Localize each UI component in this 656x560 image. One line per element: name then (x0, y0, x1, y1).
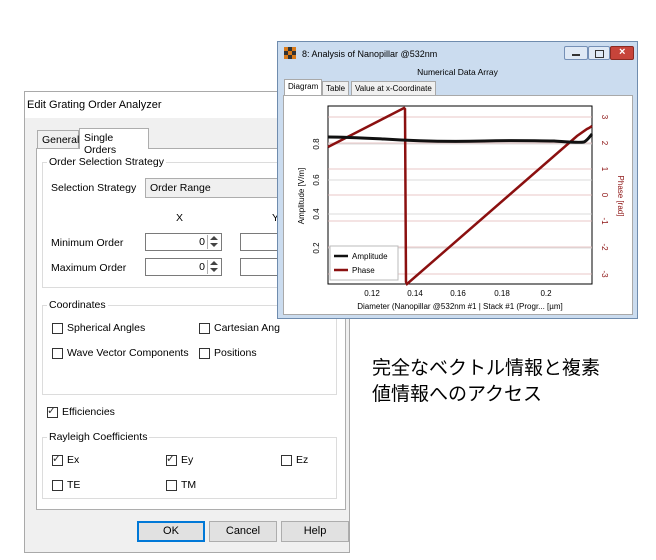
y-left-tick-label: 0.8 (312, 138, 321, 150)
app-icon (284, 47, 296, 59)
chart-svg[interactable]: 0.12 0.14 0.16 0.18 0.2 0.2 0.4 0.6 0.8 … (284, 96, 632, 314)
x-axis-title: Diameter (Nanopillar @532nm #1 | Stack #… (357, 302, 563, 311)
tm-label: TM (181, 479, 197, 491)
tab-diagram[interactable]: Diagram (284, 79, 323, 96)
chart-area: 0.12 0.14 0.16 0.18 0.2 0.2 0.4 0.6 0.8 … (283, 95, 633, 315)
x-tick-label: 0.18 (494, 289, 510, 298)
positions-label: Positions (214, 347, 257, 359)
x-tick-label: 0.16 (450, 289, 466, 298)
maximum-order-y-input[interactable] (240, 258, 280, 276)
tab-value-at-x[interactable]: Value at x-Coordinate (351, 81, 436, 96)
te-label: TE (67, 479, 81, 491)
y-left-tick-label: 0.6 (312, 174, 321, 186)
wave-vector-checkbox[interactable] (52, 348, 63, 359)
y-right-tick-label: 3 (600, 115, 609, 120)
analysis-window: 8: Analysis of Nanopillar @532nm × Numer… (277, 41, 638, 319)
analysis-window-title: 8: Analysis of Nanopillar @532nm (302, 49, 438, 59)
y-right-tick-label: 1 (600, 167, 609, 172)
y-left-tick-labels: 0.2 0.4 0.6 0.8 (312, 138, 321, 254)
y-right-tick-label: -2 (600, 243, 609, 251)
checkmark-icon: ✓ (166, 453, 176, 465)
spinner-icon[interactable] (207, 235, 220, 249)
legend-phase-label: Phase (352, 266, 375, 275)
ey-label: Ey (181, 454, 194, 466)
ok-button[interactable]: OK (137, 521, 205, 542)
rayleigh-group-label: Rayleigh Coefficients (47, 431, 150, 443)
close-icon: × (619, 46, 626, 58)
positions-checkbox[interactable] (199, 348, 210, 359)
y-right-tick-labels: 3 2 1 0 -1 -2 -3 (600, 115, 609, 278)
checkmark-icon: ✓ (52, 453, 62, 465)
y-left-tick-label: 0.4 (312, 208, 321, 220)
maximum-order-x-value: 0 (199, 261, 205, 273)
coordinates-group-label: Coordinates (47, 299, 108, 311)
minimize-icon (572, 54, 580, 56)
caption-line-1: 完全なベクトル情報と複素 (372, 357, 601, 379)
y-right-tick-label: 2 (600, 141, 609, 146)
cartesian-angles-label: Cartesian Ang (214, 322, 280, 334)
x-tick-label: 0.12 (364, 289, 380, 298)
spherical-angles-label: Spherical Angles (67, 322, 146, 334)
y-right-axis-title: Phase [rad] (616, 176, 625, 217)
efficiencies-checkbox[interactable]: ✓ (47, 405, 58, 418)
legend-amplitude-label: Amplitude (352, 252, 388, 261)
spinner-icon[interactable] (207, 260, 220, 274)
ex-checkbox[interactable]: ✓ (52, 453, 63, 466)
tab-general[interactable]: General (37, 130, 79, 148)
analysis-subtitle: Numerical Data Array (417, 67, 498, 77)
maximum-order-x-input[interactable]: 0 (145, 258, 222, 276)
cancel-button[interactable]: Cancel (209, 521, 277, 542)
te-checkbox[interactable] (52, 480, 63, 491)
selection-strategy-value: Order Range (150, 182, 211, 194)
y-left-axis-title: Amplitude [V/m] (297, 168, 306, 224)
ey-checkbox[interactable]: ✓ (166, 453, 177, 466)
x-tick-labels: 0.12 0.14 0.16 0.18 0.2 (364, 289, 552, 298)
y-right-tick-label: 0 (600, 193, 609, 198)
y-right-tick-label: -3 (600, 270, 609, 278)
column-x-label: X (176, 212, 184, 224)
maximize-button[interactable] (588, 46, 610, 60)
wave-vector-label: Wave Vector Components (67, 347, 189, 359)
dialog-title: Edit Grating Order Analyzer (27, 99, 162, 111)
y-right-tick-label: -1 (600, 217, 609, 225)
spherical-angles-checkbox[interactable] (52, 323, 63, 334)
order-selection-group-label: Order Selection Strategy (47, 156, 166, 168)
caption-text: 完全なベクトル情報と複素 値情報へのアクセス (372, 355, 600, 407)
tab-single-orders[interactable]: Single Orders (79, 128, 149, 156)
help-button[interactable]: Help (281, 521, 349, 542)
minimum-order-y-input[interactable] (240, 233, 280, 251)
maximize-icon (595, 50, 604, 58)
ez-checkbox[interactable] (281, 455, 292, 466)
ez-label: Ez (296, 454, 309, 466)
x-tick-label: 0.14 (407, 289, 423, 298)
selection-strategy-label: Selection Strategy (51, 182, 137, 194)
selection-strategy-select[interactable]: Order Range (145, 178, 280, 198)
maximum-order-label: Maximum Order (51, 262, 127, 274)
minimum-order-x-value: 0 (199, 236, 205, 248)
checkmark-icon: ✓ (47, 405, 57, 417)
efficiencies-label: Efficiencies (62, 406, 115, 418)
y-left-tick-label: 0.2 (312, 242, 321, 254)
minimum-order-label: Minimum Order (51, 237, 124, 249)
minimize-button[interactable] (564, 46, 588, 60)
x-tick-label: 0.2 (540, 289, 552, 298)
close-button[interactable]: × (610, 46, 634, 60)
chart-legend: Amplitude Phase (329, 245, 399, 281)
cartesian-angles-checkbox[interactable] (199, 323, 210, 334)
ex-label: Ex (67, 454, 80, 466)
tab-table[interactable]: Table (322, 81, 350, 96)
tm-checkbox[interactable] (166, 480, 177, 491)
minimum-order-x-input[interactable]: 0 (145, 233, 222, 251)
caption-line-2: 値情報へのアクセス (372, 383, 543, 405)
